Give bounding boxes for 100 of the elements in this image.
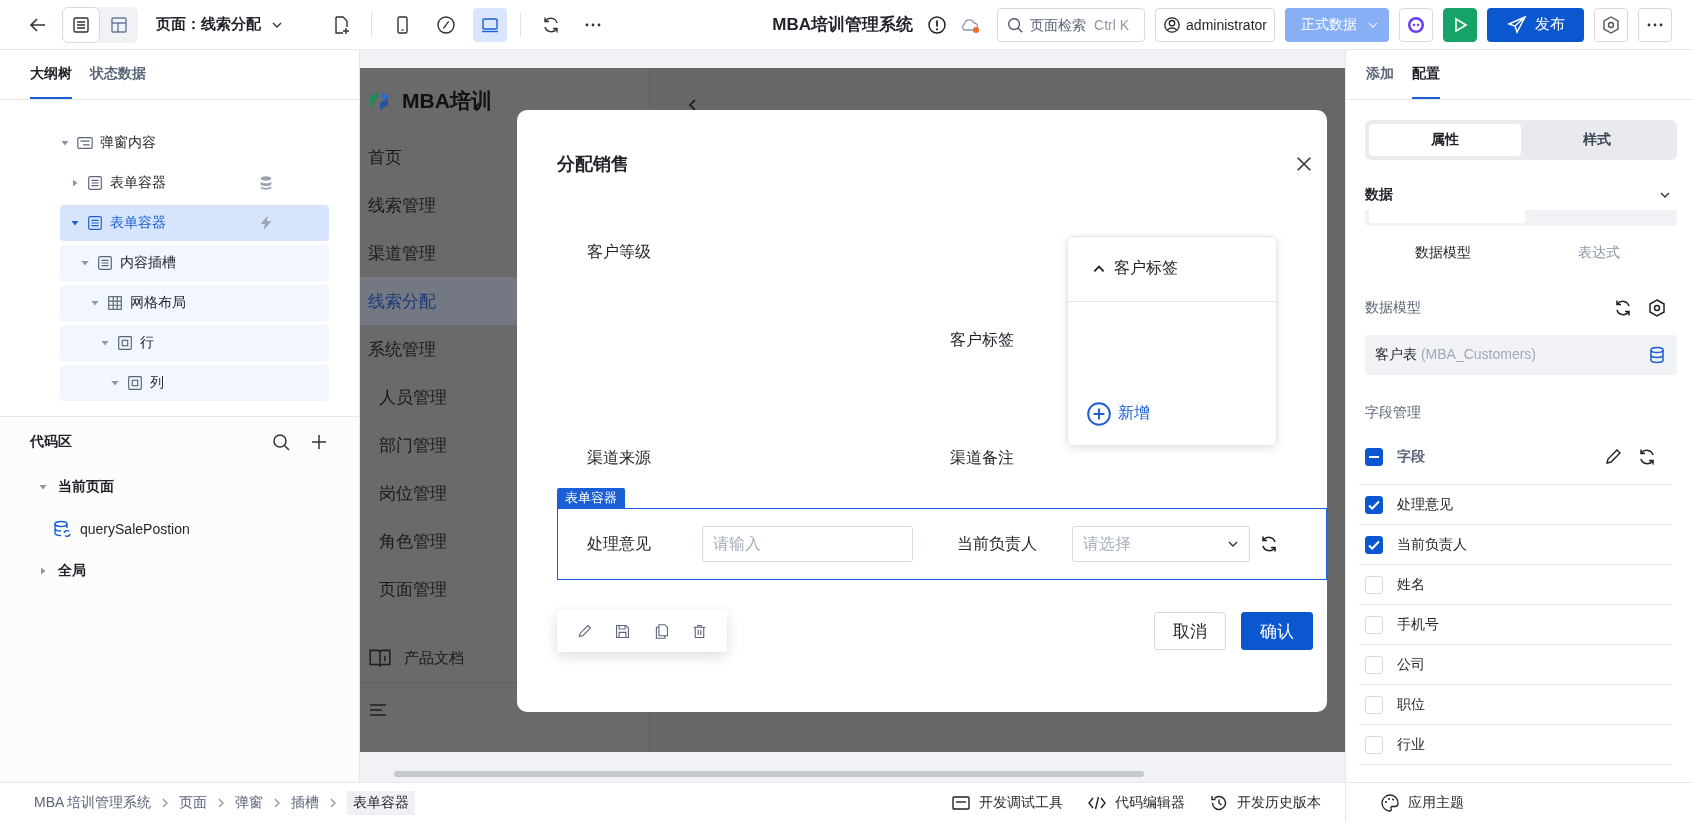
dialog-icon — [76, 134, 94, 152]
panel-tab[interactable]: 添加 — [1366, 50, 1394, 99]
select-field[interactable]: 请选择 — [1071, 526, 1250, 562]
field-label: 渠道备注 — [950, 448, 1014, 468]
assistant-button[interactable] — [1399, 7, 1433, 42]
tree-label: 内容插槽 — [120, 254, 176, 272]
panel-tab[interactable]: 大纲树 — [30, 50, 72, 99]
publish-button[interactable]: 发布 — [1487, 7, 1584, 42]
confirm-button[interactable]: 确认 — [1241, 612, 1313, 650]
tree-label: 网格布局 — [130, 294, 186, 312]
expand-triangle-icon[interactable] — [110, 378, 120, 388]
more-icon — [1647, 22, 1663, 27]
tool-button[interactable]: 应用主题 — [1380, 792, 1464, 813]
checkbox[interactable] — [1365, 535, 1383, 554]
refresh-icon[interactable] — [1637, 447, 1657, 467]
add-icon[interactable] — [309, 432, 329, 452]
breadcrumb-item[interactable]: MBA 培训管理系统 — [34, 793, 152, 812]
model-field[interactable]: 客户表 (MBA_Customers) — [1365, 335, 1677, 375]
tree-item[interactable]: 内容插槽 — [60, 245, 329, 281]
save-icon[interactable] — [614, 622, 632, 640]
page-select[interactable]: 页面：线索分配 — [156, 15, 283, 34]
tree-item[interactable]: 弹窗内容 — [60, 125, 329, 161]
form-icon — [86, 214, 104, 232]
form-icon — [86, 174, 104, 192]
layout-icon — [109, 14, 129, 35]
tool-button[interactable]: 代码编辑器 — [1087, 792, 1185, 813]
mode-tab[interactable]: 样式 — [1521, 124, 1673, 156]
code-group[interactable]: 全局 — [30, 551, 329, 591]
tag-panel-header[interactable]: 客户标签 — [1068, 236, 1276, 302]
expand-triangle-icon[interactable] — [80, 258, 90, 268]
panel-tab[interactable]: 状态数据 — [90, 50, 146, 99]
expand-triangle-icon[interactable] — [90, 298, 100, 308]
input-field[interactable]: 请输入 — [702, 526, 913, 562]
info-icon[interactable] — [927, 14, 948, 35]
settings-button[interactable] — [1594, 7, 1628, 42]
app-title: MBA培训管理系统 — [772, 14, 914, 36]
form-icon — [96, 254, 114, 272]
chevron-right-icon — [217, 796, 226, 809]
shortcut-hint: Ctrl K — [1094, 16, 1130, 33]
field-name: 手机号 — [1397, 615, 1439, 634]
breadcrumb-item[interactable]: 表单容器 — [347, 790, 416, 815]
field-name: 行业 — [1397, 735, 1425, 754]
tree-item[interactable]: 行 — [60, 325, 329, 361]
more-icon[interactable] — [585, 22, 601, 27]
tree-item[interactable]: 表单容器 — [60, 205, 329, 241]
grid-icon — [106, 294, 124, 312]
form-container[interactable]: 处理意见 请输入 当前负责人 请选择 — [557, 508, 1327, 580]
tool-button[interactable]: 开发历史版本 — [1209, 792, 1321, 813]
tree-item[interactable]: 表单容器 — [60, 165, 329, 201]
tree-label: 列 — [150, 374, 164, 392]
dialog-title: 分配销售 — [557, 153, 629, 176]
run-button[interactable] — [1443, 7, 1477, 42]
field-name: 公司 — [1397, 655, 1425, 674]
desktop-preview-button[interactable] — [473, 7, 507, 42]
breadcrumb-item[interactable]: 弹窗 — [235, 793, 264, 812]
expand-triangle-icon[interactable] — [70, 218, 80, 228]
section-label: 数据模型 — [1365, 298, 1422, 317]
tool-button[interactable]: 开发调试工具 — [951, 792, 1063, 813]
search-input[interactable]: 页面检索 — [1030, 16, 1089, 33]
field-label: 渠道来源 — [587, 448, 651, 468]
field-header-label: 字段 — [1397, 448, 1426, 466]
source-option[interactable]: 数据模型 — [1365, 226, 1521, 280]
document-view-button[interactable] — [62, 6, 100, 43]
checkbox[interactable] — [1365, 495, 1383, 514]
expand-triangle-icon[interactable] — [100, 338, 110, 348]
panel-tab[interactable]: 配置 — [1412, 50, 1440, 99]
plus-circle-icon — [1086, 400, 1112, 427]
add-tag-button[interactable]: 新增 — [1086, 400, 1150, 427]
search-icon[interactable] — [271, 432, 291, 452]
tree-item[interactable]: 列 — [60, 365, 329, 401]
robot-face-icon — [1406, 14, 1426, 35]
app-brand: MBA培训 — [402, 87, 492, 114]
back-chevron-icon[interactable] — [686, 97, 698, 113]
field-label: 处理意见 — [587, 533, 652, 554]
section-label: 字段管理 — [1365, 402, 1422, 422]
settings-icon[interactable] — [1647, 297, 1667, 318]
field-name: 职位 — [1397, 695, 1425, 714]
tree-item[interactable]: 网格布局 — [60, 285, 329, 321]
scrollbar[interactable] — [394, 771, 1144, 777]
search-icon — [1006, 15, 1025, 34]
frame-icon — [126, 374, 144, 392]
breadcrumb-item[interactable]: 插槽 — [291, 793, 320, 812]
tree-label: 表单容器 — [110, 174, 166, 192]
database-sync-icon — [52, 519, 72, 539]
breadcrumb-item[interactable]: 页面 — [179, 793, 208, 812]
data-section-header[interactable]: 数据 — [1365, 180, 1677, 210]
checkbox[interactable] — [1365, 448, 1383, 466]
code-group[interactable]: 当前页面 — [30, 467, 329, 507]
user-button[interactable]: administrator — [1155, 7, 1275, 42]
expand-triangle-icon[interactable] — [70, 178, 80, 188]
send-icon — [1506, 14, 1527, 35]
edit-icon[interactable] — [1603, 447, 1623, 467]
chevron-right-icon — [273, 796, 282, 809]
close-icon[interactable] — [1295, 155, 1313, 173]
document-icon — [71, 14, 91, 35]
mode-tab[interactable]: 属性 — [1369, 124, 1521, 156]
settings-icon — [1601, 14, 1621, 35]
expand-triangle-icon[interactable] — [60, 138, 70, 148]
cancel-button[interactable]: 取消 — [1154, 612, 1226, 650]
code-item[interactable]: querySalePostion — [30, 507, 329, 551]
